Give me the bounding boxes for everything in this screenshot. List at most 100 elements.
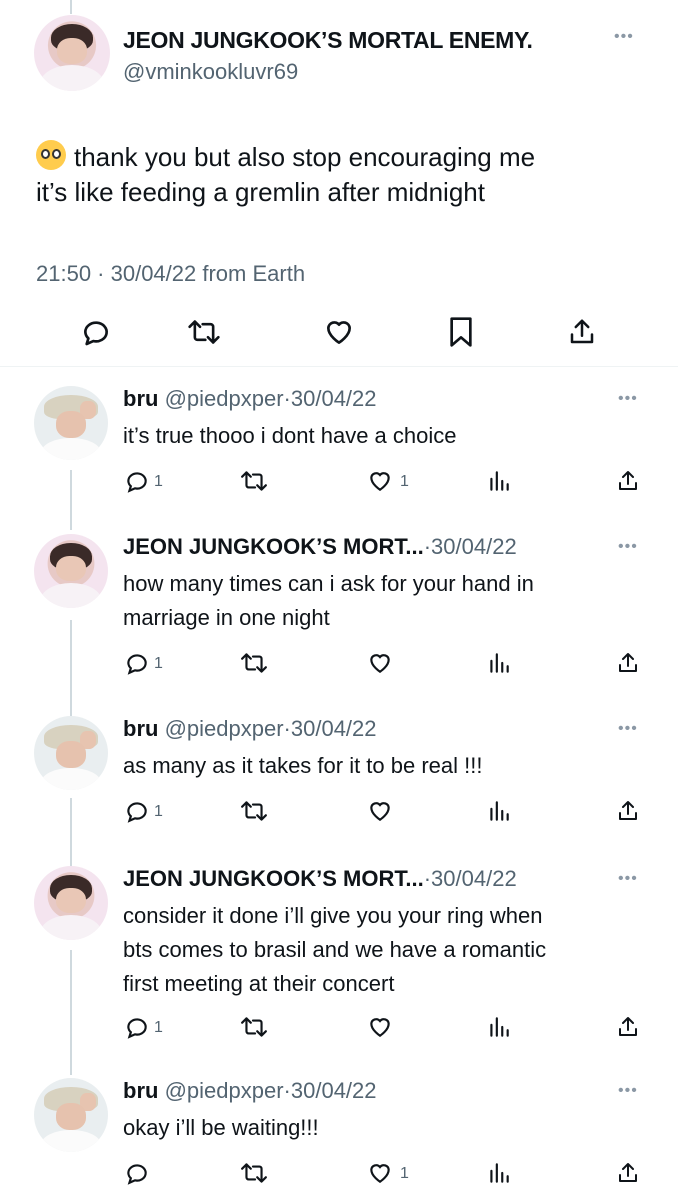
views-icon[interactable] <box>488 1014 510 1040</box>
avatar[interactable] <box>34 716 108 790</box>
tweet-text-line: thank you but also stop encouraging me <box>74 142 536 172</box>
reply-count: 1 <box>154 803 163 820</box>
reply-header: bru @piedpxper·30/04/22 <box>123 386 377 412</box>
more-icon[interactable]: ••• <box>614 28 634 46</box>
retweet-icon[interactable] <box>240 798 268 824</box>
retweet-icon[interactable] <box>240 468 268 494</box>
separator: · <box>423 866 432 891</box>
like-icon[interactable] <box>366 1014 394 1040</box>
separator: · <box>283 386 291 411</box>
reply-text-line: consider it done i’ll give you your ring… <box>123 903 543 928</box>
handle[interactable]: @vminkookluvr69 <box>123 59 298 85</box>
action-bar: 1 <box>0 1012 678 1046</box>
display-name[interactable]: JEON JUNGKOOK’S MORTAL ENEMY. <box>123 27 533 54</box>
main-tweet: JEON JUNGKOOK’S MORTAL ENEMY. @vminkookl… <box>0 0 678 368</box>
share-icon[interactable] <box>616 798 640 824</box>
reply-date[interactable]: 30/04/22 <box>291 1078 377 1103</box>
separator: · <box>283 1078 291 1103</box>
bookmark-icon[interactable] <box>447 316 475 348</box>
reply-text: consider it done i’ll give you your ring… <box>123 899 643 1001</box>
avatar[interactable] <box>34 1078 108 1152</box>
handle[interactable]: @piedpxper <box>165 386 284 411</box>
more-icon[interactable]: ••• <box>618 870 638 888</box>
reply-tweet[interactable]: bru @piedpxper·30/04/22 ••• it’s true th… <box>0 386 678 496</box>
share-icon[interactable] <box>616 1160 640 1186</box>
display-name[interactable]: bru <box>123 716 158 741</box>
avatar[interactable] <box>34 866 108 940</box>
action-bar: 1 <box>0 796 678 830</box>
retweet-icon[interactable] <box>240 650 268 676</box>
action-bar: 1 1 <box>0 466 678 500</box>
share-icon[interactable] <box>616 1014 640 1040</box>
action-bar: 1 <box>0 1158 678 1192</box>
like-count: 1 <box>400 473 409 490</box>
reply-header: bru @piedpxper·30/04/22 <box>123 1078 377 1104</box>
like-icon[interactable] <box>366 468 394 494</box>
retweet-icon[interactable] <box>240 1014 268 1040</box>
share-icon[interactable] <box>567 316 597 348</box>
handle[interactable]: @piedpxper <box>165 716 284 741</box>
like-icon[interactable] <box>366 650 394 676</box>
reply-tweet[interactable]: JEON JUNGKOOK’S MORT...·30/04/22 ••• con… <box>0 866 678 1056</box>
more-icon[interactable]: ••• <box>618 720 638 738</box>
like-icon[interactable] <box>366 1160 394 1186</box>
reply-tweet[interactable]: bru @piedpxper·30/04/22 ••• okay i’ll be… <box>0 1078 678 1198</box>
avatar[interactable] <box>34 534 108 608</box>
handle[interactable]: @piedpxper <box>165 1078 284 1103</box>
reply-tweet[interactable]: bru @piedpxper·30/04/22 ••• as many as i… <box>0 716 678 826</box>
more-icon[interactable]: ••• <box>618 538 638 556</box>
reply-text: okay i’ll be waiting!!! <box>123 1111 643 1145</box>
like-icon[interactable] <box>323 316 355 348</box>
reply-icon[interactable] <box>80 316 112 348</box>
like-icon[interactable] <box>366 798 394 824</box>
tweet-text: thank you but also stop encouraging me i… <box>36 140 646 210</box>
reply-text-line: marriage in one night <box>123 605 330 630</box>
more-icon[interactable]: ••• <box>618 390 638 408</box>
reply-icon[interactable] <box>124 468 150 494</box>
display-name[interactable]: JEON JUNGKOOK’S MORT... <box>123 866 424 891</box>
reply-icon[interactable] <box>124 798 150 824</box>
divider <box>0 366 678 367</box>
avatar[interactable] <box>34 386 108 460</box>
avatar[interactable] <box>34 15 110 91</box>
reply-count: 1 <box>154 655 163 672</box>
reply-date[interactable]: 30/04/22 <box>431 534 517 559</box>
reply-count: 1 <box>154 473 163 490</box>
views-icon[interactable] <box>488 798 510 824</box>
reply-text-line: okay i’ll be waiting!!! <box>123 1115 319 1140</box>
reply-text-line: it’s true thooo i dont have a choice <box>123 423 457 448</box>
reply-text: it’s true thooo i dont have a choice <box>123 419 643 453</box>
display-name[interactable]: bru <box>123 386 158 411</box>
separator: · <box>423 534 432 559</box>
tweet-text-line: it’s like feeding a gremlin after midnig… <box>36 177 485 207</box>
views-icon[interactable] <box>488 650 510 676</box>
reply-tweet[interactable]: JEON JUNGKOOK’S MORT...·30/04/22 ••• how… <box>0 534 678 684</box>
separator: · <box>283 716 291 741</box>
reply-icon[interactable] <box>124 650 150 676</box>
retweet-icon[interactable] <box>240 1160 268 1186</box>
reply-text: how many times can i ask for your hand i… <box>123 567 643 635</box>
display-name[interactable]: bru <box>123 1078 158 1103</box>
action-bar: 1 <box>0 648 678 682</box>
reply-header: JEON JUNGKOOK’S MORT...·30/04/22 <box>123 866 517 892</box>
tweet-timestamp[interactable]: 21:50 · 30/04/22 from Earth <box>36 261 305 287</box>
views-icon[interactable] <box>488 1160 510 1186</box>
reply-text-line: as many as it takes for it to be real !!… <box>123 753 483 778</box>
reply-date[interactable]: 30/04/22 <box>431 866 517 891</box>
more-icon[interactable]: ••• <box>618 1082 638 1100</box>
reply-count: 1 <box>154 1019 163 1036</box>
share-icon[interactable] <box>616 468 640 494</box>
reply-date[interactable]: 30/04/22 <box>291 386 377 411</box>
reply-header: JEON JUNGKOOK’S MORT...·30/04/22 <box>123 534 517 560</box>
retweet-icon[interactable] <box>187 316 221 348</box>
like-count: 1 <box>400 1165 409 1182</box>
reply-icon[interactable] <box>124 1160 150 1186</box>
reply-date[interactable]: 30/04/22 <box>291 716 377 741</box>
display-name[interactable]: JEON JUNGKOOK’S MORT... <box>123 534 424 559</box>
action-bar <box>0 312 678 352</box>
views-icon[interactable] <box>488 468 510 494</box>
reply-text: as many as it takes for it to be real !!… <box>123 749 643 783</box>
reply-text-line: first meeting at their concert <box>123 971 395 996</box>
reply-icon[interactable] <box>124 1014 150 1040</box>
share-icon[interactable] <box>616 650 640 676</box>
